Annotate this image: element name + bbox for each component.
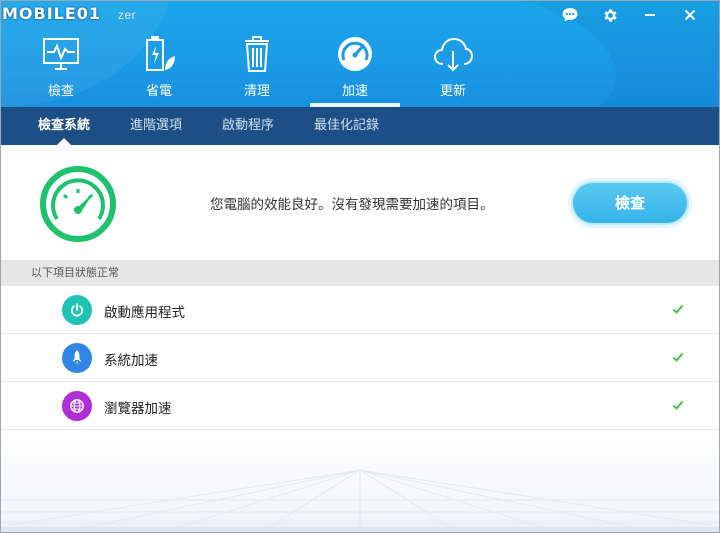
nav-item-cleanup[interactable]: 清理 xyxy=(208,30,306,107)
bottom-edge xyxy=(0,527,720,533)
check-icon xyxy=(672,400,684,410)
nav-label: 清理 xyxy=(243,84,270,99)
tab-advanced-options[interactable]: 進階選項 xyxy=(110,107,202,145)
gear-icon xyxy=(603,8,617,22)
nav-label: 加速 xyxy=(341,84,368,99)
sub-nav: 檢查系統 進階選項 啟動程序 最佳化記錄 xyxy=(0,107,720,145)
list-item-label: 啟動應用程式 xyxy=(104,305,185,321)
close-button[interactable] xyxy=(670,4,710,26)
nav-item-power-saving[interactable]: 省電 xyxy=(110,30,208,107)
watermark-logo: MOBILE01 xyxy=(2,4,102,23)
main-nav: 檢查 省電 清理 加速 更新 xyxy=(12,30,502,107)
tab-system-check[interactable]: 檢查系統 xyxy=(18,107,110,145)
list-item-startup-apps[interactable]: 啟動應用程式 xyxy=(0,286,720,334)
footer-decoration xyxy=(0,430,720,533)
close-icon xyxy=(684,9,696,21)
power-icon xyxy=(62,295,92,325)
minimize-button[interactable] xyxy=(630,4,670,26)
nav-item-speedup[interactable]: 加速 xyxy=(306,30,404,107)
app-header: zer MOBILE01 檢查 省電 清理 加速 更新 xyxy=(0,0,720,107)
rocket-icon xyxy=(62,343,92,373)
status-area: 您電腦的效能良好。沒有發現需要加速的項目。 檢查 xyxy=(0,145,720,260)
trash-can-icon xyxy=(235,34,279,74)
nav-label: 省電 xyxy=(145,84,172,99)
nav-item-update[interactable]: 更新 xyxy=(404,30,502,107)
scan-button[interactable]: 檢查 xyxy=(571,181,689,225)
section-header: 以下項目狀態正常 xyxy=(0,260,720,286)
status-list: 啟動應用程式 系統加速 瀏覽器加速 xyxy=(0,286,720,430)
nav-label: 檢查 xyxy=(47,84,74,99)
globe-icon xyxy=(62,391,92,421)
window-controls xyxy=(550,4,710,26)
feedback-icon xyxy=(562,8,578,22)
speedometer-icon xyxy=(39,165,117,243)
speedometer-icon xyxy=(333,34,377,74)
list-item-browser-speedup[interactable]: 瀏覽器加速 xyxy=(0,382,720,430)
tab-optimization-log[interactable]: 最佳化記錄 xyxy=(294,107,399,145)
cloud-download-icon xyxy=(431,34,475,74)
list-item-label: 系統加速 xyxy=(104,353,158,369)
list-item-system-speedup[interactable]: 系統加速 xyxy=(0,334,720,382)
battery-leaf-icon xyxy=(137,34,181,74)
app-title: zer xyxy=(118,8,137,22)
tab-startup-programs[interactable]: 啟動程序 xyxy=(202,107,294,145)
nav-label: 更新 xyxy=(439,84,466,99)
title-bar: zer MOBILE01 xyxy=(0,0,720,30)
nav-item-check[interactable]: 檢查 xyxy=(12,30,110,107)
minimize-icon xyxy=(645,14,655,16)
settings-button[interactable] xyxy=(590,4,630,26)
monitor-pulse-icon xyxy=(39,34,83,74)
check-icon xyxy=(672,352,684,362)
status-message: 您電腦的效能良好。沒有發現需要加速的項目。 xyxy=(210,197,494,213)
list-item-label: 瀏覽器加速 xyxy=(104,401,172,417)
check-icon xyxy=(672,304,684,314)
feedback-button[interactable] xyxy=(550,4,590,26)
floor-grid-decoration xyxy=(0,469,720,533)
